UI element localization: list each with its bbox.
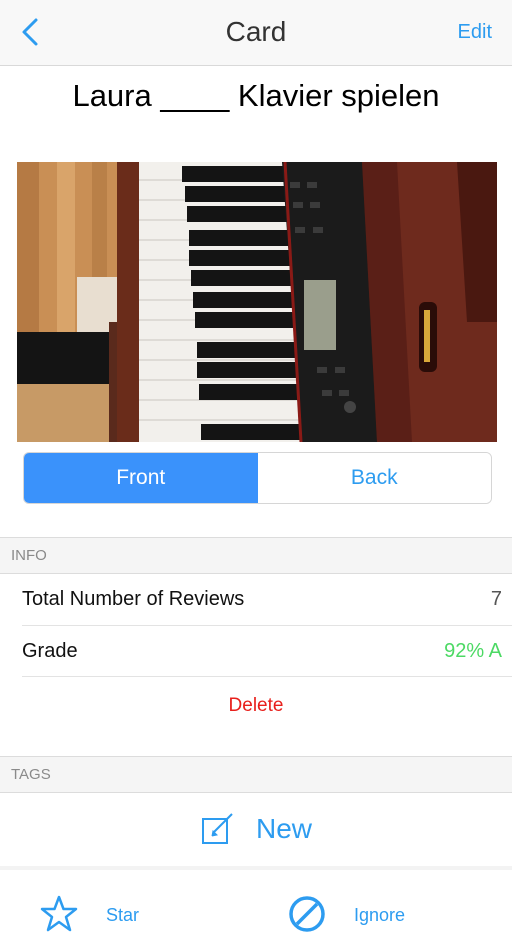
- page-title: Card: [225, 16, 287, 47]
- delete-button[interactable]: Delete: [0, 695, 512, 717]
- navigation-bar: Card Edit: [0, 0, 512, 66]
- edit-button[interactable]: Edit: [458, 21, 492, 44]
- tags-section-header: TAGS: [0, 756, 512, 793]
- ignore-button[interactable]: Ignore: [288, 895, 405, 932]
- info-header-label: INFO: [11, 547, 47, 564]
- star-icon: [40, 895, 78, 932]
- ignore-label: Ignore: [354, 905, 406, 925]
- segment-front[interactable]: Front: [24, 453, 258, 503]
- reviews-value: 7: [490, 588, 502, 610]
- star-button[interactable]: Star: [40, 895, 139, 932]
- ignore-icon: [289, 896, 325, 932]
- grade-label: Grade: [22, 640, 78, 662]
- segment-back[interactable]: Back: [257, 453, 491, 503]
- card-front-text: Laura ____ Klavier spielen: [72, 78, 440, 113]
- new-tag-label: New: [255, 813, 312, 844]
- row-divider: [22, 676, 512, 677]
- grade-value: 92% A: [444, 640, 502, 662]
- star-label: Star: [106, 905, 140, 925]
- new-tag-button[interactable]: New: [0, 808, 512, 850]
- piano-photo: [17, 162, 497, 442]
- tags-header-label: TAGS: [11, 766, 51, 783]
- reviews-row: Total Number of Reviews 7: [22, 574, 512, 625]
- compose-icon: [201, 813, 233, 844]
- divider: [0, 866, 512, 870]
- grade-row: Grade 92% A: [22, 626, 512, 677]
- front-back-segmented-control: Front Back: [23, 452, 492, 504]
- card-image: [17, 162, 497, 442]
- reviews-label: Total Number of Reviews: [22, 588, 245, 610]
- info-section-header: INFO: [0, 537, 512, 574]
